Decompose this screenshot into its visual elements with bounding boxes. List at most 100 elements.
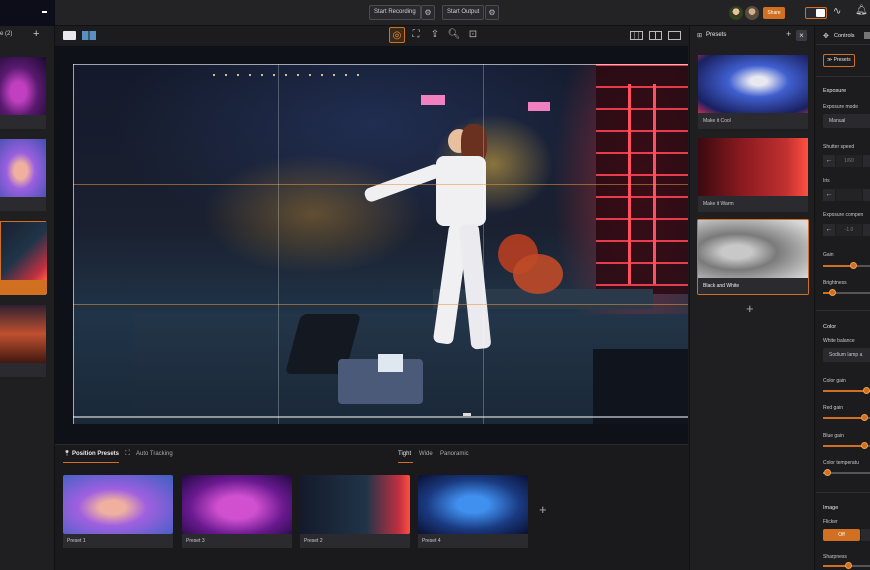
preset-thumbnail[interactable] (418, 475, 528, 534)
red-gain-slider[interactable] (823, 414, 870, 421)
tab-auto-tracking[interactable]: Auto Tracking (136, 451, 173, 457)
color-gain-slider[interactable] (823, 387, 870, 394)
white-balance-select[interactable]: Sodium lamp a (823, 348, 870, 362)
grid-view-icon[interactable] (82, 31, 96, 40)
preset-thumbnail[interactable] (300, 475, 410, 534)
decrease-icon[interactable]: ← (823, 224, 835, 236)
grid-line (73, 304, 688, 305)
presets-icon: ⊞ (697, 33, 703, 39)
presets-title: Presets (706, 32, 727, 38)
avatar[interactable] (729, 6, 743, 20)
look-preset-thumbnail-selected[interactable] (698, 220, 808, 278)
stage-lights (213, 74, 363, 76)
resize-handle[interactable] (463, 413, 471, 416)
recording-settings-icon[interactable]: ⚙ (421, 5, 435, 20)
framing-icon[interactable]: ◎ (389, 27, 405, 43)
brightness-label: Brightness (823, 280, 847, 286)
shutter-speed-stepper[interactable]: ← 1/60 (823, 155, 870, 167)
exposure-mode-select[interactable]: Manual (823, 114, 870, 128)
color-temperature-slider[interactable] (823, 469, 870, 476)
tab-position-presets[interactable]: Position Presets (72, 451, 119, 457)
presets-button-label: Presets (833, 57, 851, 63)
framing-wide[interactable]: Wide (419, 451, 433, 457)
avatar[interactable] (745, 6, 759, 20)
fullscreen-icon[interactable] (668, 31, 681, 40)
sharpness-slider[interactable] (823, 562, 870, 569)
color-gain-label: Color gain (823, 378, 846, 384)
add-look-icon[interactable]: + (746, 301, 754, 316)
brightness-slider[interactable] (823, 289, 870, 296)
controls-title[interactable]: Controls (834, 33, 854, 39)
active-tab-indicator (63, 462, 119, 463)
shutter-speed-value: 1/60 (836, 155, 862, 167)
add-preset-icon[interactable]: + (786, 29, 791, 39)
mode-toggle[interactable] (805, 7, 827, 19)
framing-tight[interactable]: Tight (398, 451, 411, 457)
camera-thumbnail[interactable] (0, 139, 46, 211)
camera-toolbar (55, 26, 688, 46)
grid-line (483, 64, 484, 424)
bell-icon[interactable]: 🔔︎ (855, 5, 868, 16)
zoom-icon[interactable]: 🔍︎ (446, 27, 462, 43)
increase-icon[interactable] (863, 189, 870, 201)
color-heading: Color (823, 324, 837, 330)
flicker-option[interactable] (861, 529, 870, 541)
decrease-icon[interactable]: ← (823, 155, 835, 167)
look-preset-label: Black and White (698, 278, 808, 294)
increase-icon[interactable] (863, 155, 870, 167)
camera-thumbnail[interactable] (0, 57, 46, 129)
video-feed[interactable] (73, 64, 688, 424)
look-preset-thumbnail[interactable] (698, 138, 808, 196)
decrease-icon[interactable]: ← (823, 189, 835, 201)
presets-icon: ≫ (827, 57, 833, 63)
focus-icon[interactable]: ⊡ (465, 27, 481, 43)
sharpness-label: Sharpness (823, 554, 847, 560)
share-button[interactable]: Share (763, 7, 785, 19)
blue-gain-label: Blue gain (823, 433, 844, 439)
gain-label: Gain (823, 252, 834, 258)
frame-border (73, 64, 74, 424)
exposure-comp-stepper[interactable]: ← -1.0 (823, 224, 870, 236)
camera-thumbnail-selected[interactable] (0, 221, 47, 295)
output-settings-icon[interactable]: ⚙ (485, 5, 499, 20)
stage-light-box (421, 95, 445, 105)
look-preset-thumbnail[interactable] (698, 55, 808, 113)
stage-light-box (528, 102, 550, 111)
start-recording-button[interactable]: Start Recording (369, 5, 421, 20)
logo-area (0, 0, 55, 26)
single-view-icon[interactable] (63, 31, 76, 40)
add-preset-icon[interactable]: + (539, 502, 547, 517)
preset-thumbnail[interactable] (182, 475, 292, 534)
split-view-icon[interactable] (649, 31, 662, 40)
window-control[interactable] (42, 11, 47, 13)
exposure-comp-value: -1.0 (836, 224, 862, 236)
camera-thumbnail[interactable] (0, 305, 46, 377)
preset-label: Preset 3 (182, 534, 292, 548)
framing-panoramic[interactable]: Panoramic (440, 451, 469, 457)
add-camera-icon[interactable]: + (33, 28, 39, 40)
increase-icon[interactable] (863, 224, 870, 236)
close-icon[interactable]: × (796, 30, 807, 41)
panel-tab[interactable] (864, 32, 870, 39)
iris-value (836, 189, 862, 201)
blue-gain-slider[interactable] (823, 442, 870, 449)
presets-button[interactable]: ≫ Presets (823, 54, 855, 67)
camera-view[interactable] (55, 46, 688, 444)
active-framing-indicator (398, 462, 413, 463)
iris-stepper[interactable]: ← (823, 189, 870, 201)
singer-arm (363, 162, 443, 204)
export-icon[interactable]: ⇪ (427, 27, 443, 43)
grid-line (73, 184, 688, 185)
crop-icon[interactable]: ⛶ (408, 27, 424, 43)
grid-overlay-icon[interactable] (630, 31, 643, 40)
singer-body (436, 156, 486, 226)
flicker-off-button[interactable]: Off (823, 529, 860, 541)
preset-label: Preset 2 (300, 534, 410, 548)
preset-thumbnail[interactable] (63, 475, 173, 534)
activity-icon[interactable]: ∿ (833, 6, 841, 17)
start-output-button[interactable]: Start Output (442, 5, 485, 20)
frame-border (73, 416, 688, 418)
gain-slider[interactable] (823, 262, 870, 269)
divider (816, 44, 870, 45)
shutter-speed-label: Shutter speed (823, 144, 855, 150)
